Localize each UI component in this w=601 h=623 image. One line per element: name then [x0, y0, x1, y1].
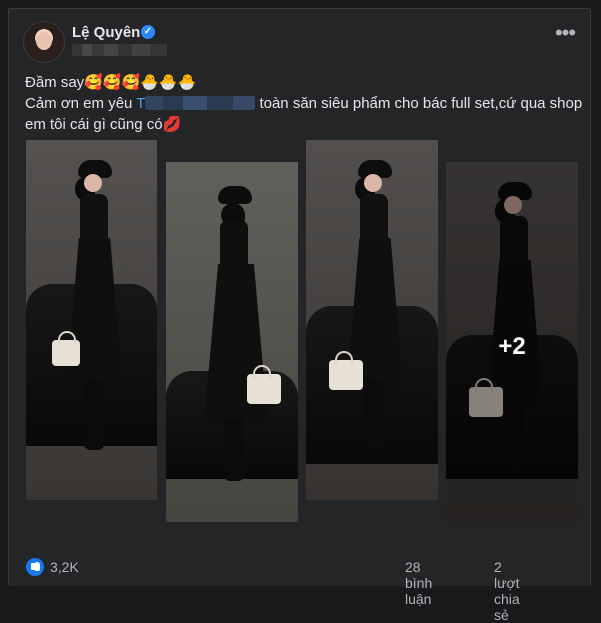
reaction-count[interactable]: 3,2K: [50, 559, 79, 575]
author-avatar[interactable]: [23, 21, 65, 63]
author-name[interactable]: Lệ Quyên: [72, 24, 140, 41]
share-count[interactable]: 2 lượt chia sẻ: [494, 559, 520, 623]
post-meta: [72, 44, 167, 56]
post-text-line-2: Cảm ơn em yêu Ttoàn săn siêu phẩm cho bá…: [25, 93, 583, 114]
post-text-line-3: em tôi cái gì cũng có💋: [25, 116, 182, 133]
post-text: Đầm say🥰🥰🥰🐣🐣🐣 Cảm ơn em yêu Ttoàn săn si…: [25, 72, 583, 135]
comment-count[interactable]: 28 bình luận: [405, 559, 432, 607]
post-text-line-1: Đầm say🥰🥰🥰🐣🐣🐣: [25, 74, 197, 91]
mention-link[interactable]: T: [136, 95, 145, 112]
verified-badge-icon: ✓: [141, 25, 155, 39]
more-options-icon[interactable]: •••: [553, 22, 577, 47]
blurred-mention: [145, 96, 256, 110]
post-text-suffix: toàn săn siêu phẩm cho bác full set,cứ q…: [259, 95, 583, 112]
post-text-prefix: Cảm ơn em yêu: [25, 95, 137, 112]
like-reaction-icon: [26, 558, 44, 576]
